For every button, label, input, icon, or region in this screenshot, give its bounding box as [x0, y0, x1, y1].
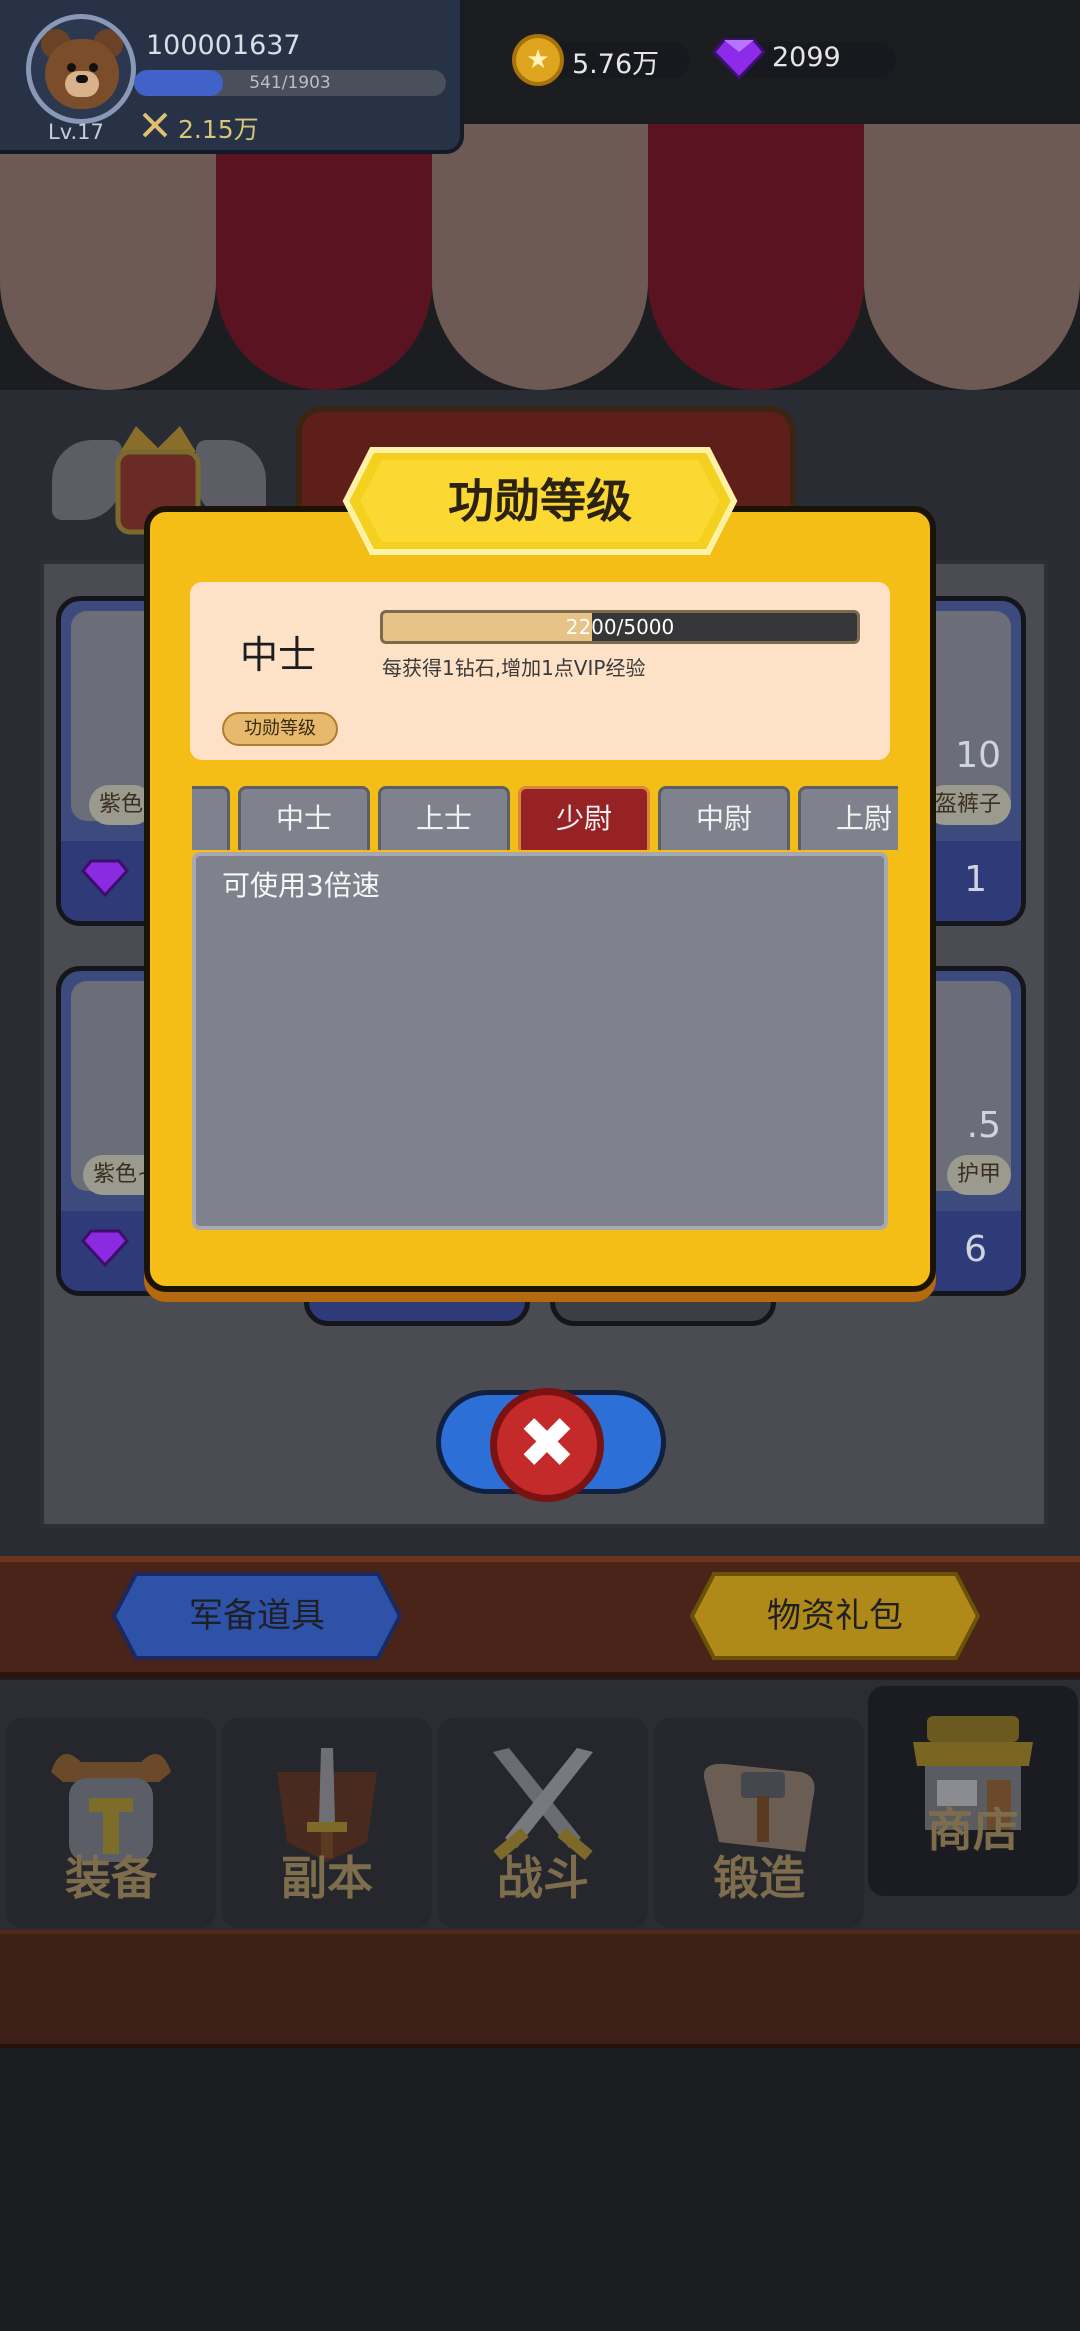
bear-eye — [67, 63, 76, 72]
coin-amount: 5.76万 — [572, 49, 660, 80]
bottom-wood-band — [0, 1930, 1080, 2048]
tab-rank[interactable]: 上士 — [378, 786, 510, 850]
tab-rank[interactable]: 中士 — [238, 786, 370, 850]
nav-label: 副本 — [281, 1851, 373, 1905]
card-count: 10 — [955, 735, 1001, 776]
gold-coin-icon: ★ — [512, 34, 564, 86]
purple-gem-icon — [712, 38, 766, 80]
nav-label: 商店 — [927, 1803, 1019, 1857]
card-count: .5 — [966, 1105, 1001, 1146]
merit-progress-bar: 2200/5000 — [380, 610, 860, 644]
nav-item-forge[interactable]: 锻造 — [654, 1718, 864, 1928]
crossed-swords-icon — [140, 110, 170, 140]
gem-amount: 2099 — [772, 42, 841, 73]
player-level: Lv.17 — [48, 120, 104, 144]
card-price: 1 — [964, 859, 987, 900]
nav-item-battle[interactable]: 战斗 — [438, 1718, 648, 1928]
nav-item-shop[interactable]: 商店 — [868, 1686, 1078, 1896]
tab-rank[interactable] — [192, 786, 230, 850]
purple-gem-icon — [81, 1229, 129, 1267]
nav-item-equipment[interactable]: 装备 — [6, 1718, 216, 1928]
bear-eye — [89, 63, 98, 72]
card-label: 盔裤子 — [924, 785, 1011, 825]
nav-label: 战斗 — [497, 1851, 589, 1905]
card-price: 6 — [964, 1229, 987, 1270]
rank-benefit-panel — [192, 852, 888, 1230]
bear-nose — [76, 75, 88, 83]
merit-description: 每获得1钻石,增加1点VIP经验 — [382, 656, 646, 680]
rank-tabs: 中士 上士 少尉 中尉 上尉 — [192, 786, 898, 850]
awning-stripe — [864, 124, 1080, 390]
combat-power: 2.15万 — [178, 115, 259, 144]
supply-pack-label: 物资礼包 — [767, 1596, 903, 1636]
close-button[interactable]: ✖ — [490, 1388, 604, 1502]
awning-stripe — [432, 124, 648, 390]
armory-items-label: 军备道具 — [189, 1596, 325, 1636]
armory-items-button[interactable]: 军备道具 — [112, 1570, 402, 1662]
merit-level-chip[interactable]: 功勋等级 — [222, 712, 338, 746]
awning-stripe — [0, 124, 216, 390]
close-icon: ✖ — [517, 1402, 577, 1484]
current-rank: 中士 — [240, 633, 317, 677]
bear-avatar-icon[interactable] — [26, 14, 136, 124]
awning-stripe — [648, 124, 864, 390]
rank-benefit-text: 可使用3倍速 — [222, 869, 380, 902]
purple-gem-icon — [81, 859, 129, 897]
dialog-title: 功勋等级 — [448, 474, 632, 528]
tab-rank[interactable]: 中尉 — [658, 786, 790, 850]
merit-progress-text: 2200/5000 — [565, 615, 675, 639]
nav-item-dungeon[interactable]: 副本 — [222, 1718, 432, 1928]
tab-rank-selected[interactable]: 少尉 — [518, 786, 650, 850]
card-label: 护甲 — [946, 1155, 1011, 1195]
player-id: 100001637 — [146, 30, 301, 61]
nav-label: 装备 — [65, 1851, 157, 1905]
awning-stripe — [216, 124, 432, 390]
supply-pack-button[interactable]: 物资礼包 — [690, 1570, 980, 1662]
exp-text: 541/1903 — [249, 73, 331, 93]
exp-bar: 541/1903 — [134, 70, 446, 96]
nav-label: 锻造 — [713, 1851, 805, 1905]
tab-rank[interactable]: 上尉 — [798, 786, 898, 850]
